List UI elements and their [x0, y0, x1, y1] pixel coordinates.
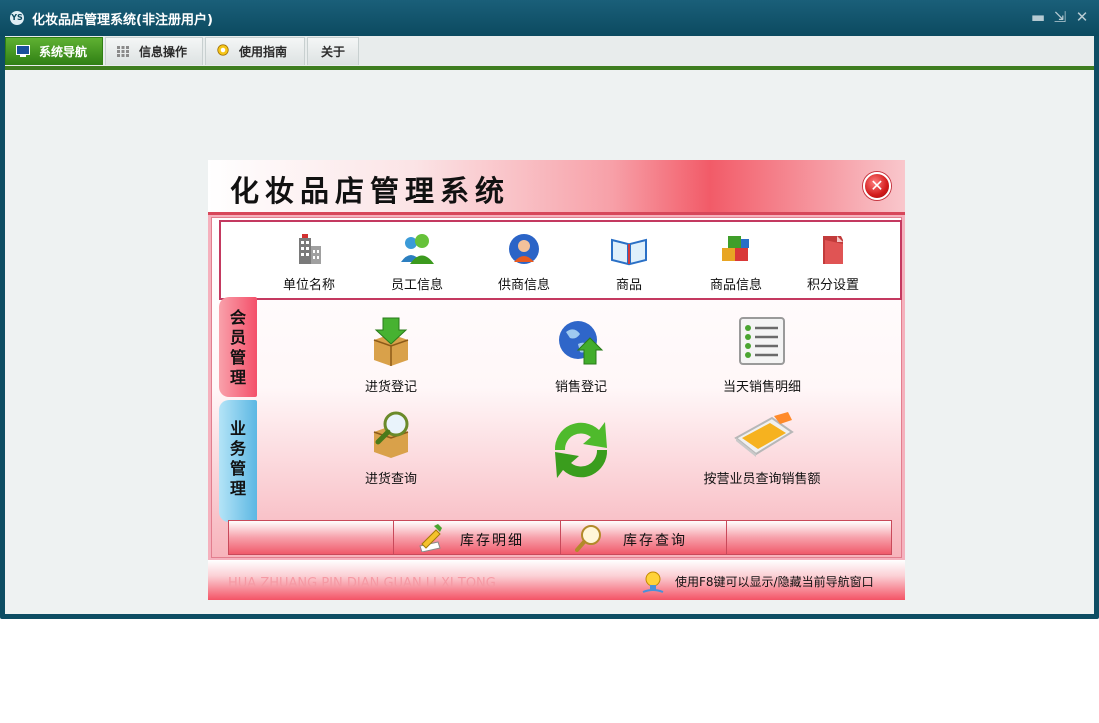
bottom-toolbar: 库存明细 库存查询 — [228, 520, 892, 555]
menu-item-sales-by-clerk[interactable]: 按营业员查询销售额 — [662, 408, 862, 498]
footer-pinyin-text: HUA ZHUANG PIN DIAN GUAN LI XI TONG — [228, 576, 496, 591]
panel-body: 单位名称 员工信息 供商信息 商品 商品信息 积分设置 会 员 管 理 业 务 … — [208, 215, 905, 560]
tab-system-navigation[interactable]: 系统导航 — [5, 37, 103, 65]
toolbar-item-goods-info[interactable]: 商品信息 — [686, 222, 786, 298]
boxes-icon — [722, 236, 749, 261]
tab-label: 系统导航 — [39, 45, 88, 59]
tab-info-operations[interactable]: 信息操作 — [105, 37, 203, 65]
menu-item-sales-entry[interactable]: 销售登记 — [506, 316, 656, 406]
list-icon — [739, 317, 785, 365]
panel-footer: HUA ZHUANG PIN DIAN GUAN LI XI TONG 使用F8… — [208, 560, 905, 600]
bottom-bar-spacer — [727, 521, 891, 554]
book-icon — [611, 238, 647, 266]
panel-title: 化妆品店管理系统 — [230, 174, 511, 208]
inventory-query-button[interactable]: 库存查询 — [561, 521, 727, 554]
lightbulb-icon — [642, 571, 664, 593]
panel-inner: 单位名称 员工信息 供商信息 商品 商品信息 积分设置 会 员 管 理 业 务 … — [211, 217, 902, 558]
toolbar-item-label: 单位名称 — [282, 278, 335, 293]
toolbar-item-label: 供商信息 — [497, 278, 550, 293]
refresh-icon — [554, 422, 608, 478]
menu-item-purchase-query[interactable]: 进货查询 — [316, 408, 466, 498]
menu-item-label: 按营业员查询销售额 — [703, 472, 821, 487]
navigation-panel: 化妆品店管理系统 ✕ 单位名称 员工信息 供商信息 商品 商品信息 积分设置 会… — [208, 160, 905, 600]
quick-toolbar: 单位名称 员工信息 供商信息 商品 商品信息 积分设置 — [219, 220, 902, 300]
toolbar-item-label: 员工信息 — [390, 278, 443, 293]
globe-up-icon — [559, 321, 604, 365]
side-tab-label: 业务管理 — [229, 419, 246, 498]
side-tab-business-management[interactable]: 业务管理 — [219, 400, 257, 522]
tab-user-guide[interactable]: 使用指南 — [205, 37, 305, 65]
refresh-button[interactable] — [506, 408, 656, 498]
building-icon — [299, 234, 321, 264]
box-down-icon — [373, 317, 409, 366]
users-icon — [401, 234, 434, 264]
side-tab-label: 会员管理 — [229, 308, 246, 387]
monitor-icon — [16, 45, 30, 57]
menu-item-daily-sales-detail[interactable]: 当天销售明细 — [687, 316, 837, 406]
footer-hint: 使用F8键可以显示/隐藏当前导航窗口 — [675, 575, 874, 589]
app-logo-icon: YS — [10, 11, 24, 25]
inventory-detail-button[interactable]: 库存明细 — [394, 521, 561, 554]
grid-icon — [117, 46, 129, 57]
menu-item-label: 销售登记 — [554, 380, 607, 395]
title-bar[interactable]: YS 化妆品店管理系统(非注册用户) ▬ ⇲ ✕ — [0, 0, 1099, 36]
bottom-button-label: 库存明细 — [460, 533, 524, 549]
window-title: 化妆品店管理系统(非注册用户) — [32, 13, 213, 28]
toolbar-item-goods[interactable]: 商品 — [579, 222, 679, 298]
bottom-bar-spacer — [229, 521, 394, 554]
toolbar-item-staff-info[interactable]: 员工信息 — [367, 222, 467, 298]
guide-icon — [217, 44, 229, 56]
menu-item-label: 进货查询 — [364, 472, 417, 487]
toolbar-item-supplier-info[interactable]: 供商信息 — [474, 222, 574, 298]
menu-item-purchase-entry[interactable]: 进货登记 — [316, 316, 466, 406]
tab-label: 使用指南 — [239, 45, 288, 59]
supplier-icon — [509, 234, 539, 264]
side-tab-member-management[interactable]: 会员管理 — [219, 297, 257, 397]
close-button[interactable]: ✕ — [1074, 8, 1090, 26]
tab-label: 关于 — [321, 45, 346, 59]
menu-item-label: 当天销售明细 — [722, 380, 801, 395]
toolbar-item-points-settings[interactable]: 积分设置 — [783, 222, 883, 298]
tab-about[interactable]: 关于 — [307, 37, 359, 65]
menu-item-label: 进货登记 — [364, 380, 417, 395]
menu-bar: 系统导航 信息操作 使用指南 关于 — [5, 36, 1094, 66]
toolbar-item-label: 商品 — [615, 278, 642, 293]
panel-header: 化妆品店管理系统 ✕ — [208, 160, 905, 215]
box-search-icon — [373, 411, 409, 458]
pencil-icon — [419, 524, 442, 552]
tab-label: 信息操作 — [139, 45, 188, 59]
toolbar-item-unit-name[interactable]: 单位名称 — [259, 222, 359, 298]
toolbar-item-label: 积分设置 — [806, 278, 859, 293]
folder-icon — [823, 236, 843, 264]
laptop-icon — [734, 412, 794, 457]
toolbar-item-label: 商品信息 — [709, 278, 762, 293]
minimize-button[interactable]: ▬ — [1030, 8, 1046, 26]
panel-close-button[interactable]: ✕ — [863, 172, 891, 200]
bottom-button-label: 库存查询 — [623, 533, 687, 549]
restore-button[interactable]: ⇲ — [1052, 8, 1068, 26]
magnifier-icon — [575, 525, 601, 552]
